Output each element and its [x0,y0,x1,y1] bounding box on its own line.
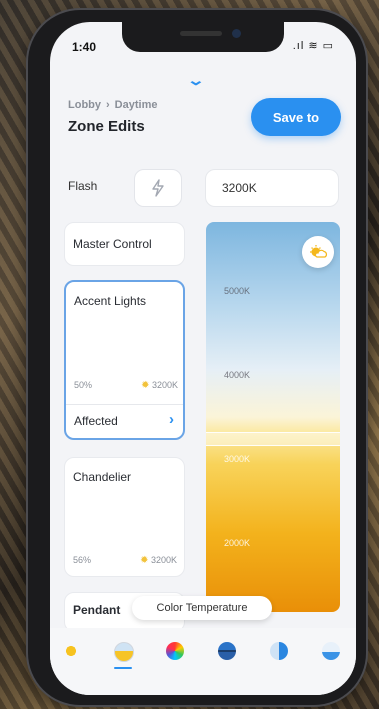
zone-card-name: Accent Lights [74,294,147,308]
tick-label: 3000K [224,454,251,464]
wave-icon[interactable] [322,642,340,660]
breadcrumb-lobby[interactable]: Lobby [68,99,101,111]
zone-card-chandelier[interactable]: Chandelier 56% ✹ 3200K [64,457,185,577]
temperature-value: 3200K [151,380,178,390]
divider [66,404,183,405]
breadcrumb: Lobby › Daytime [68,99,157,111]
camera [232,29,241,38]
tooltip: Color Temperature [132,596,272,620]
sun-icon[interactable] [62,642,80,660]
sun-icon: ✹ [140,555,149,566]
flash-button[interactable] [134,169,182,207]
chevron-down-icon[interactable]: ⌄ [186,72,205,89]
horizon-icon[interactable] [218,642,236,660]
tick-label: 4000K [224,370,251,380]
breadcrumb-daytime[interactable]: Daytime [115,99,158,111]
zone-card-meta: 50% ✹ 3200K [74,380,178,391]
chevron-right-icon[interactable]: › [169,411,174,428]
active-tab-indicator [114,667,132,669]
tick-label: 5000K [224,286,251,296]
slider-handle[interactable] [206,432,340,446]
sun-icon: ✹ [141,380,150,391]
affected-label[interactable]: Affected [74,414,118,428]
zone-card-master-control[interactable]: Master Control [64,222,185,266]
lightning-icon [152,179,164,197]
zone-card-name: Master Control [73,237,152,251]
sun-cloud-icon [310,245,328,258]
breadcrumb-separator: › [106,99,110,111]
speaker [180,31,222,36]
tick-label: 2000K [224,538,251,548]
brightness-value: 50% [74,380,93,390]
color-wheel-icon[interactable] [166,642,184,660]
zone-card-name: Chandelier [73,470,132,484]
brightness-value: 56% [73,555,92,565]
zone-card-meta: 56% ✹ 3200K [73,555,177,566]
save-to-button[interactable]: Save to [251,98,341,136]
zone-card-accent-lights[interactable]: Accent Lights 50% ✹ 3200K Affected › [64,280,185,440]
app-screen: 1:40 .ıl ≋ ▭ ⌄ Lobby › Daytime Zone Edits … [50,22,356,695]
notch [122,22,284,52]
color-temperature-slider[interactable]: 5000K 4000K 3000K 2000K [206,222,340,612]
temperature-icon[interactable] [114,642,134,662]
status-icons: .ıl ≋ ▭ [292,40,334,52]
zone-card-name: Pendant [73,603,121,617]
status-time: 1:40 [72,40,97,54]
day-mode-icon[interactable] [302,236,334,268]
half-circle-icon[interactable] [270,642,288,660]
bottom-toolbar [50,628,356,695]
kelvin-value-field[interactable]: 3200K [205,169,339,207]
flash-label: Flash [68,179,98,193]
page-title: Zone Edits [68,118,145,135]
temperature-value: 3200K [150,555,177,565]
